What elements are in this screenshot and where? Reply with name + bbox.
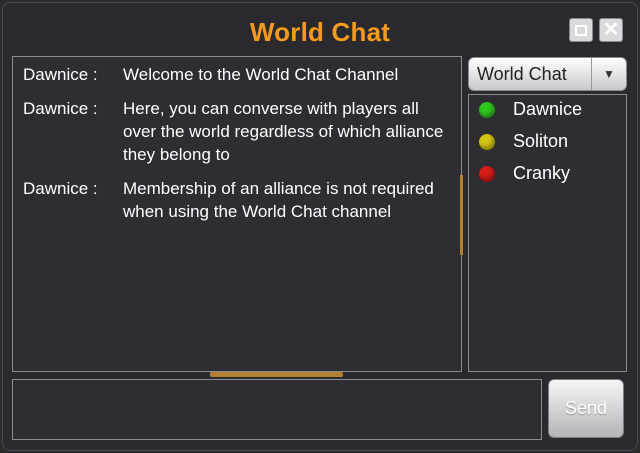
maximize-button[interactable] [569, 18, 593, 42]
message-text: Membership of an alliance is not require… [123, 179, 434, 221]
resize-handle[interactable] [210, 372, 343, 377]
close-button[interactable]: ✕ [599, 18, 623, 42]
message-text: Here, you can converse with players all … [123, 99, 444, 164]
user-name: Cranky [513, 163, 571, 183]
user-item[interactable]: Cranky [479, 163, 570, 184]
message-item: Dawnice : Welcome to the World Chat Chan… [23, 63, 453, 86]
user-name: Soliton [513, 131, 569, 151]
message-sender: Dawnice : [23, 65, 98, 84]
message-list: Dawnice : Welcome to the World Chat Chan… [12, 56, 463, 372]
scroll-thumb[interactable] [460, 175, 463, 255]
maximize-icon [575, 24, 587, 36]
message-item: Dawnice : Here, you can converse with pl… [23, 97, 453, 166]
close-icon: ✕ [602, 19, 620, 41]
message-input[interactable] [12, 379, 542, 440]
channel-select[interactable]: World Chat ▼ [468, 57, 627, 91]
status-dot-icon [479, 165, 495, 182]
message-item: Dawnice : Membership of an alliance is n… [23, 177, 453, 223]
status-dot-icon [479, 101, 495, 118]
status-dot-icon [479, 133, 495, 150]
chevron-down-icon[interactable]: ▼ [591, 58, 626, 90]
user-name: Dawnice [513, 99, 583, 119]
user-item[interactable]: Soliton [479, 131, 568, 152]
message-sender: Dawnice : [23, 179, 98, 198]
message-sender: Dawnice : [23, 99, 98, 118]
user-list: Dawnice Soliton Cranky [468, 94, 627, 372]
channel-select-value: World Chat [477, 63, 567, 84]
user-item[interactable]: Dawnice [479, 99, 582, 120]
message-text: Welcome to the World Chat Channel [123, 65, 399, 84]
send-button[interactable]: Send [548, 379, 624, 438]
window-title: World Chat [249, 17, 391, 47]
